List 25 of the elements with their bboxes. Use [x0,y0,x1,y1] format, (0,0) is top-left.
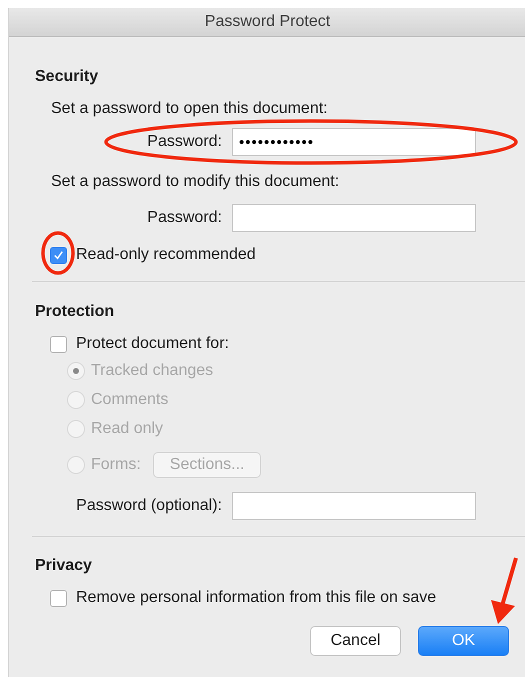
instruction-text: Set a password to open this document: [51,99,329,119]
password-field[interactable] [232,204,476,232]
field-label: Password: [146,209,223,227]
section-heading: Protection [35,302,116,322]
window-title: Password Protect [204,13,330,31]
checkbox[interactable] [50,246,67,264]
checkbox-label: Remove personal information from this file on save [76,589,436,607]
annotation-circle [41,231,75,275]
annotation-arrow [489,556,519,626]
instruction-text: Set a password to modify this document: [51,172,340,192]
checkbox[interactable] [50,590,67,606]
password-field[interactable]: •••••••••••• [232,128,476,156]
cancel-button[interactable]: Cancel [310,626,401,656]
radio-label: Comments [91,390,168,408]
field-label: Password (optional): [75,497,223,515]
checkbox-label: Read-only recommended [76,246,256,264]
section-heading: Privacy [35,556,93,576]
field-label: Password: [146,133,223,151]
checkbox[interactable] [50,336,67,352]
checkbox-label: Protect document for: [76,335,229,353]
radio-label: Read only [91,420,164,438]
radio-label: Tracked changes [91,362,214,380]
password-field[interactable] [232,492,476,520]
radio-label: Forms: [91,456,141,474]
section-heading: Security [35,67,100,87]
